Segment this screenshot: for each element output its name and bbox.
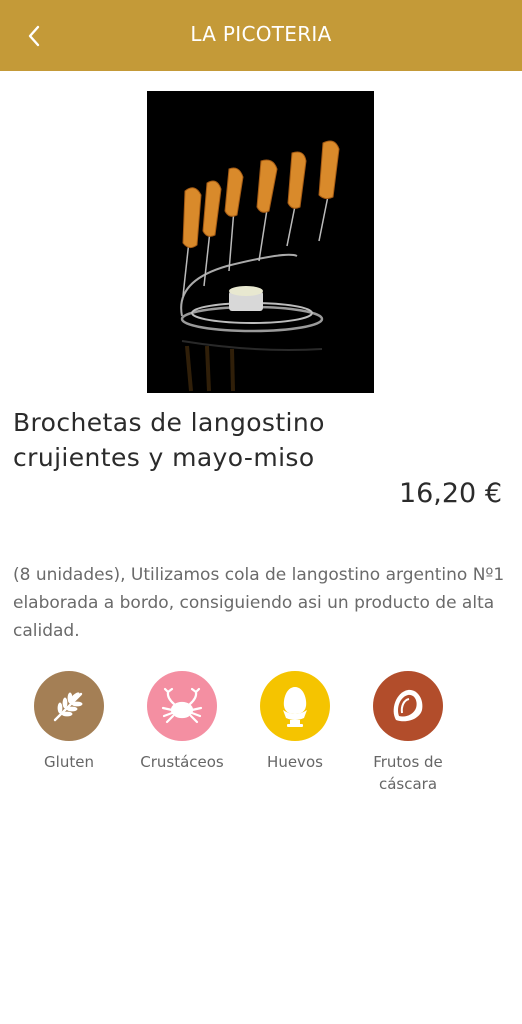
allergen-gluten: Gluten [14, 671, 124, 773]
allergen-label: Huevos [267, 753, 323, 771]
page-title: LA PICOTERIA [190, 22, 332, 46]
egg-icon [260, 671, 330, 741]
allergen-list: Gluten Crustáceos Huevos Frutos de cásca… [0, 671, 522, 811]
wheat-icon [34, 671, 104, 741]
allergen-huevos: Huevos [240, 671, 350, 773]
crab-icon [147, 671, 217, 741]
top-app-bar: LA PICOTERIA [0, 0, 522, 71]
allergen-label: Frutos de cáscara [373, 753, 443, 793]
product-price: 16,20 € [398, 478, 502, 509]
allergen-label: Gluten [44, 753, 94, 771]
nut-icon [373, 671, 443, 741]
product-description: (8 unidades), Utilizamos cola de langost… [13, 565, 505, 641]
allergen-frutos-cascara: Frutos de cáscara [353, 671, 463, 795]
allergen-label: Crustáceos [140, 753, 224, 771]
allergen-crustaceos: Crustáceos [127, 671, 237, 773]
product-name: Brochetas de langostino crujientes y may… [13, 408, 325, 472]
product-image [147, 91, 374, 393]
